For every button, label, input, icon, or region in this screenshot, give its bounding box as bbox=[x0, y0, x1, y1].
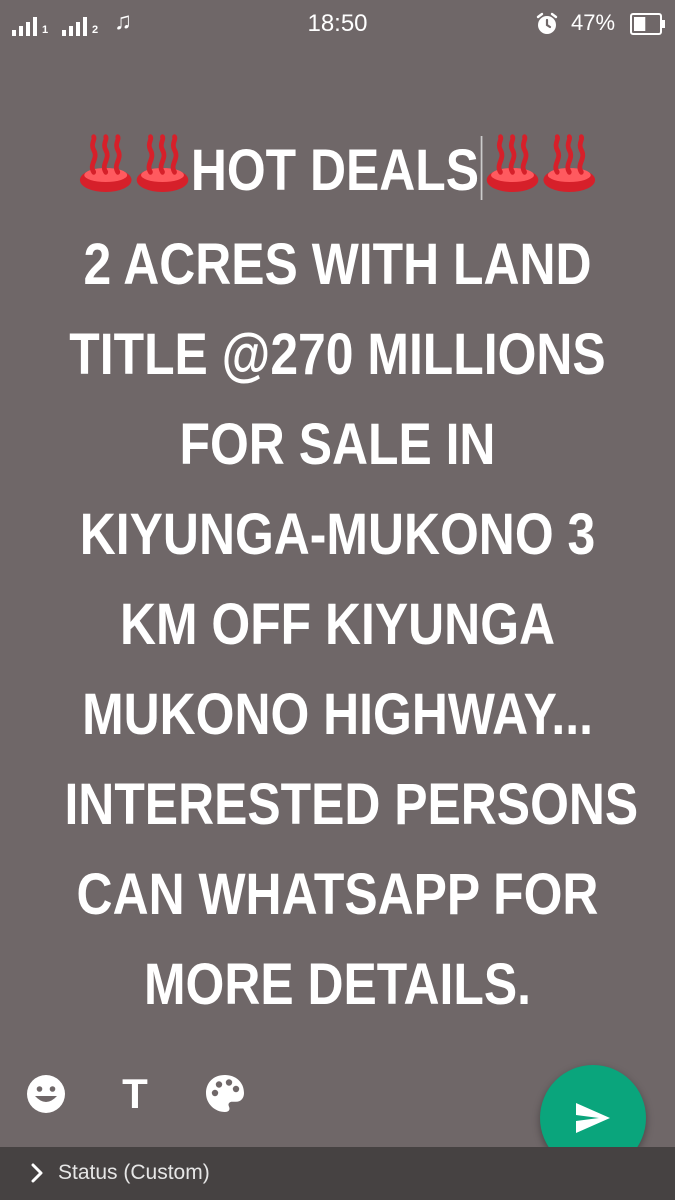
chevron-right-icon bbox=[31, 1163, 43, 1183]
message-line: CAN WHATSAPP FOR bbox=[76, 862, 599, 927]
battery-icon bbox=[630, 13, 665, 35]
status-bar: 1 2 ♫ 18:50 47% bbox=[0, 0, 675, 48]
status-target-bar[interactable]: Status (Custom) bbox=[0, 1147, 675, 1200]
battery-percentage: 47% bbox=[571, 10, 616, 35]
message-line: FOR SALE IN bbox=[179, 412, 496, 477]
message-line: KM OFF KIYUNGA bbox=[119, 592, 556, 657]
message-line: MUKONO HIGHWAY... bbox=[82, 682, 593, 747]
text-style-button[interactable]: T bbox=[113, 1072, 157, 1116]
emoji-button[interactable] bbox=[24, 1072, 68, 1116]
message-line: KIYUNGA-MUKONO 3 bbox=[79, 502, 596, 567]
message-headline: HOT DEALS bbox=[190, 138, 480, 203]
status-audience-label: Status (Custom) bbox=[58, 1161, 210, 1184]
message-line: INTERESTED PERSONS bbox=[64, 772, 639, 837]
message-line: 2 ACRES WITH LAND bbox=[83, 232, 592, 297]
palette-icon bbox=[206, 1075, 244, 1112]
hot-springs-icon bbox=[134, 130, 191, 220]
smiley-icon bbox=[27, 1075, 65, 1113]
status-text-editor[interactable]: HOT DEALS 2 ACRES WITH LAND TITLE @270 M… bbox=[64, 126, 639, 1030]
send-icon bbox=[576, 1103, 610, 1133]
color-palette-button[interactable] bbox=[203, 1072, 247, 1116]
hot-springs-icon bbox=[77, 130, 134, 220]
message-line: MORE DETAILS. bbox=[143, 952, 532, 1017]
text-cursor bbox=[480, 136, 483, 200]
hot-springs-icon bbox=[541, 130, 598, 220]
message-line: TITLE @270 MILLIONS bbox=[69, 322, 606, 387]
message-line-1: HOT DEALS bbox=[64, 126, 610, 220]
hot-springs-icon bbox=[484, 130, 541, 220]
alarm-clock-icon bbox=[536, 12, 558, 34]
